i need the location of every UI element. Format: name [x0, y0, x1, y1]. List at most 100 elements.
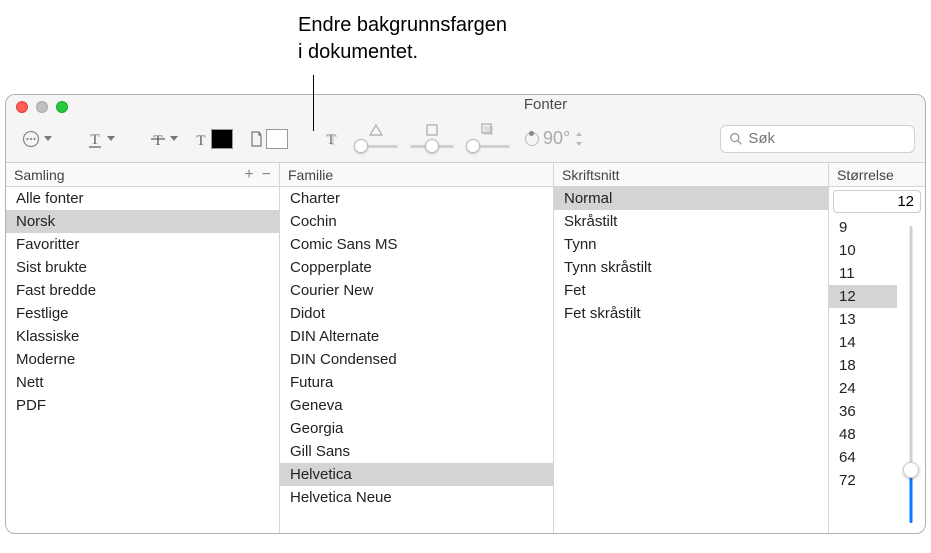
triangle-icon	[369, 123, 383, 141]
remove-collection-button[interactable]: −	[262, 166, 271, 184]
collection-item[interactable]: Moderne	[6, 348, 279, 371]
callout-line1: Endre bakgrunnsfargen	[298, 12, 507, 39]
size-item[interactable]: 9	[829, 216, 897, 239]
typeface-item[interactable]: Fet	[554, 279, 828, 302]
callout-line2: i dokumentet.	[298, 39, 507, 66]
collection-item[interactable]: Alle fonter	[6, 187, 279, 210]
search-icon	[729, 131, 742, 146]
size-item[interactable]: 64	[829, 446, 897, 469]
size-input-wrap	[829, 187, 925, 216]
size-header: Størrelse	[829, 163, 925, 187]
toolbar: T T T	[6, 115, 925, 163]
size-item[interactable]: 48	[829, 423, 897, 446]
size-item[interactable]: 24	[829, 377, 897, 400]
chevron-down-icon	[170, 136, 178, 141]
underline-button[interactable]: T	[81, 125, 121, 153]
search-box[interactable]	[720, 125, 915, 153]
square-shadow-icon	[481, 123, 495, 142]
family-item[interactable]: Copperplate	[280, 256, 553, 279]
rotation-dial-icon	[525, 132, 539, 146]
collection-list: Alle fonterNorskFavoritterSist brukteFas…	[6, 187, 279, 533]
more-options-button[interactable]	[16, 125, 58, 153]
size-body: 91011121314182436486472	[829, 216, 925, 533]
shadow-blur-slider[interactable]	[407, 123, 457, 155]
shadow-sliders	[351, 123, 513, 155]
typeface-item[interactable]: Skråstilt	[554, 210, 828, 233]
size-item[interactable]: 72	[829, 469, 897, 492]
add-collection-button[interactable]: +	[244, 166, 253, 184]
size-item[interactable]: 11	[829, 262, 897, 285]
text-color-swatch	[211, 129, 233, 149]
typeface-item[interactable]: Tynn skråstilt	[554, 256, 828, 279]
size-item[interactable]: 13	[829, 308, 897, 331]
size-item[interactable]: 18	[829, 354, 897, 377]
collection-item[interactable]: Nett	[6, 371, 279, 394]
search-input[interactable]	[748, 130, 906, 147]
collection-item[interactable]: Sist brukte	[6, 256, 279, 279]
rotation-value: 90°	[543, 128, 570, 149]
family-item[interactable]: DIN Condensed	[280, 348, 553, 371]
columns: Samling + − Alle fonterNorskFavoritterSi…	[6, 163, 925, 533]
family-item[interactable]: Charter	[280, 187, 553, 210]
document-background-color-button[interactable]	[243, 125, 294, 153]
typeface-item[interactable]: Tynn	[554, 233, 828, 256]
size-item[interactable]: 10	[829, 239, 897, 262]
typeface-column: Skriftsnitt NormalSkråstiltTynnTynn skrå…	[554, 163, 829, 533]
stepper-icon	[574, 129, 584, 149]
family-item[interactable]: Comic Sans MS	[280, 233, 553, 256]
family-item[interactable]: Gill Sans	[280, 440, 553, 463]
size-input[interactable]	[833, 190, 921, 213]
family-list: CharterCochinComic Sans MSCopperplateCou…	[280, 187, 553, 533]
callout-text: Endre bakgrunnsfargen i dokumentet.	[298, 12, 507, 66]
size-item[interactable]: 36	[829, 400, 897, 423]
family-item[interactable]: Courier New	[280, 279, 553, 302]
chevron-down-icon	[107, 136, 115, 141]
shadow-opacity-slider[interactable]	[351, 123, 401, 155]
family-item[interactable]: Helvetica	[280, 463, 553, 486]
collection-item[interactable]: Norsk	[6, 210, 279, 233]
collection-header: Samling + −	[6, 163, 279, 187]
shadow-rotation-control[interactable]: 90°	[525, 128, 584, 149]
size-item[interactable]: 14	[829, 331, 897, 354]
collection-header-label: Samling	[14, 167, 65, 183]
text-color-button[interactable]: T	[188, 125, 239, 153]
collection-add-remove: + −	[244, 166, 271, 184]
document-bg-color-swatch	[266, 129, 288, 149]
size-header-label: Størrelse	[837, 167, 894, 183]
callout-leader-line	[313, 75, 314, 131]
typeface-item[interactable]: Fet skråstilt	[554, 302, 828, 325]
shadow-offset-slider[interactable]	[463, 123, 513, 155]
chevron-down-icon	[44, 136, 52, 141]
typeface-item[interactable]: Normal	[554, 187, 828, 210]
family-item[interactable]: DIN Alternate	[280, 325, 553, 348]
typeface-header-label: Skriftsnitt	[562, 167, 620, 183]
svg-text:T: T	[90, 132, 99, 148]
size-list: 91011121314182436486472	[829, 216, 897, 533]
collection-item[interactable]: Festlige	[6, 302, 279, 325]
text-shadow-button[interactable]: T T	[317, 125, 347, 153]
window-title: Fonter	[524, 96, 567, 113]
svg-text:T: T	[196, 133, 205, 148]
strikethrough-button[interactable]: T	[144, 125, 184, 153]
collection-column: Samling + − Alle fonterNorskFavoritterSi…	[6, 163, 280, 533]
size-item[interactable]: 12	[829, 285, 897, 308]
family-item[interactable]: Cochin	[280, 210, 553, 233]
collection-item[interactable]: Klassiske	[6, 325, 279, 348]
titlebar: Fonter	[6, 95, 925, 115]
family-item[interactable]: Helvetica Neue	[280, 486, 553, 509]
family-item[interactable]: Didot	[280, 302, 553, 325]
typeface-list: NormalSkråstiltTynnTynn skråstiltFetFet …	[554, 187, 828, 533]
family-item[interactable]: Futura	[280, 371, 553, 394]
family-item[interactable]: Geneva	[280, 394, 553, 417]
family-column: Familie CharterCochinComic Sans MSCopper…	[280, 163, 554, 533]
collection-item[interactable]: Favoritter	[6, 233, 279, 256]
size-column: Størrelse 91011121314182436486472	[829, 163, 925, 533]
collection-item[interactable]: PDF	[6, 394, 279, 417]
family-header: Familie	[280, 163, 553, 187]
svg-text:T: T	[326, 132, 335, 148]
typeface-header: Skriftsnitt	[554, 163, 828, 187]
family-header-label: Familie	[288, 167, 333, 183]
collection-item[interactable]: Fast bredde	[6, 279, 279, 302]
family-item[interactable]: Georgia	[280, 417, 553, 440]
size-slider[interactable]	[897, 216, 925, 533]
